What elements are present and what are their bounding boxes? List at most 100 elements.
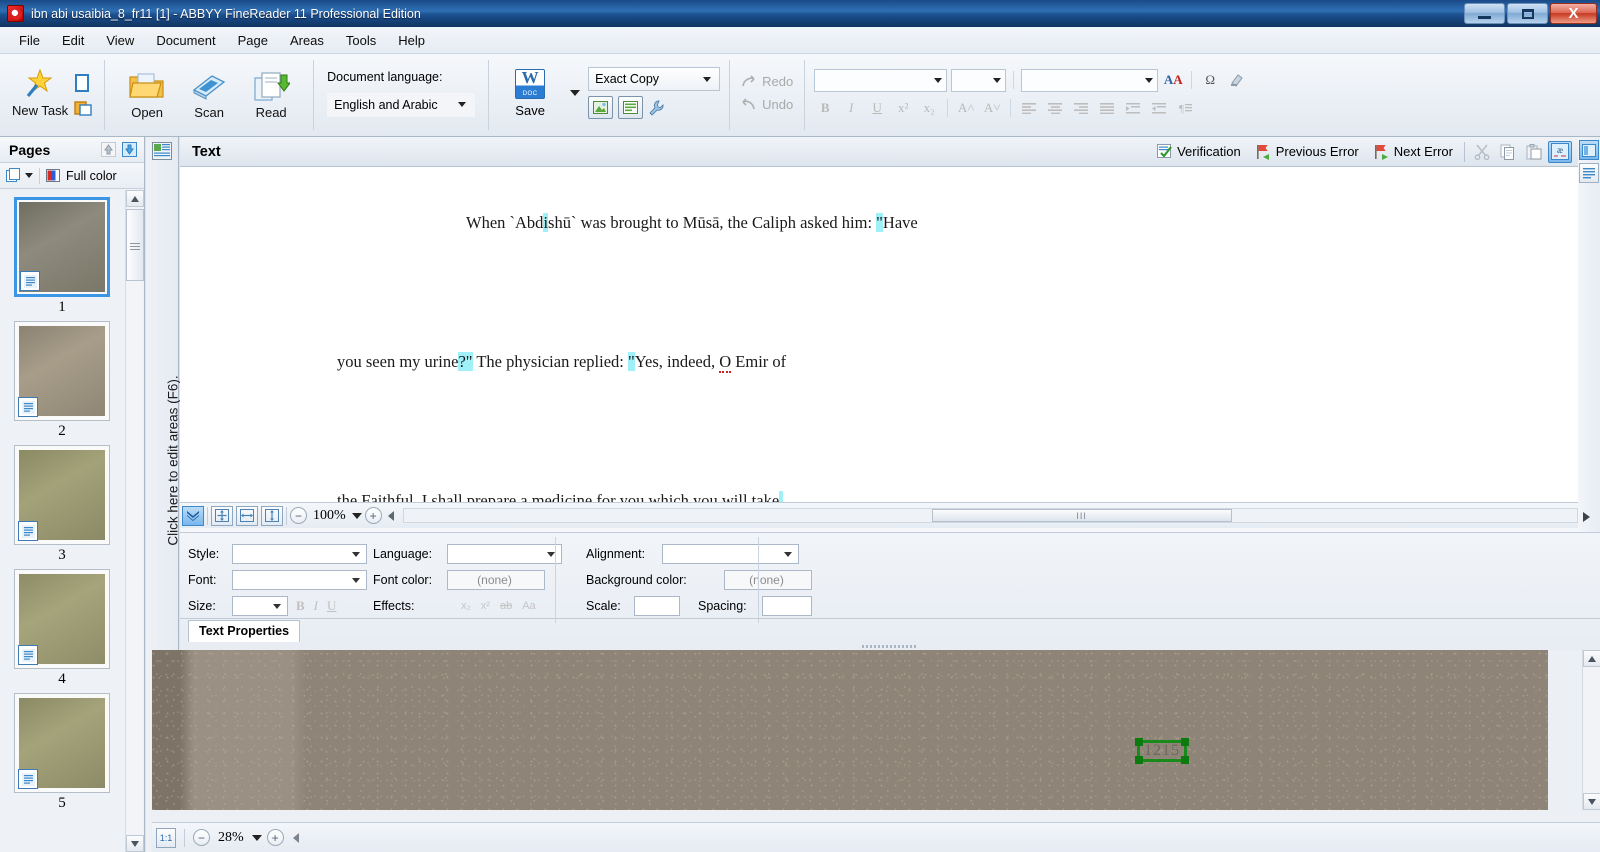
options-wrench-icon[interactable] [648, 100, 665, 116]
increase-font-size-button[interactable]: A˄ [955, 98, 977, 118]
highlight-tool-icon[interactable] [1225, 70, 1247, 90]
scroll-left-arrow-icon[interactable] [292, 832, 301, 844]
spacing-input[interactable] [762, 596, 812, 616]
text-line-1[interactable]: When `Abdishū` was brought to Mūsā, the … [466, 213, 1582, 233]
page-thumbnail-5[interactable]: 5 [14, 693, 110, 812]
font-color-icon[interactable]: AA [1162, 70, 1184, 90]
page-thumbnail-1[interactable]: 1 [14, 197, 110, 316]
pages-scroll-up-button[interactable] [126, 190, 144, 207]
text-hscroll-thumb[interactable]: III [931, 509, 1232, 522]
align-right-button[interactable] [1070, 98, 1092, 118]
decrease-font-size-button[interactable]: A˅ [981, 98, 1003, 118]
effect-subscript-button[interactable]: x₂ [461, 600, 471, 612]
font-name-select[interactable] [814, 68, 948, 92]
read-button[interactable]: Read [240, 56, 302, 134]
viewer-zoom-out-button[interactable]: − [193, 829, 210, 846]
resize-handle-bottom-right[interactable] [1181, 756, 1189, 764]
nonprinting-chars-button[interactable]: æ [1548, 140, 1572, 163]
bold-button[interactable]: B [814, 98, 836, 118]
effect-smallcaps-button[interactable]: Aa [522, 600, 535, 612]
page-view-mode-select[interactable] [6, 168, 33, 183]
underline-button[interactable]: U [866, 98, 888, 118]
menu-file[interactable]: File [8, 29, 51, 52]
text-line-3[interactable]: the Faithful. I shall prepare a medicine… [337, 491, 1582, 502]
edit-areas-icon[interactable] [151, 141, 173, 161]
properties-italic-button[interactable]: I [314, 598, 318, 614]
new-task-button[interactable]: New Task [6, 54, 74, 132]
actual-size-button[interactable]: 1:1 [156, 827, 176, 848]
verification-button[interactable]: Verification [1151, 142, 1247, 161]
align-center-button[interactable] [1044, 98, 1066, 118]
recognition-area-box[interactable]: 1215 [1135, 738, 1189, 764]
page-thumbnail-3[interactable]: 3 [14, 445, 110, 564]
pages-scrollbar[interactable] [125, 190, 144, 852]
properties-underline-button[interactable]: U [327, 598, 336, 614]
toggle-picture-mode[interactable] [588, 96, 614, 119]
menu-help[interactable]: Help [387, 29, 436, 52]
text-horizontal-scrollbar[interactable]: III [402, 508, 1578, 523]
next-error-button[interactable]: Next Error [1367, 142, 1459, 162]
decrease-indent-button[interactable] [1122, 98, 1144, 118]
text-zoom-out-button[interactable]: − [290, 507, 307, 524]
alignment-select[interactable] [662, 544, 799, 564]
chevron-down-icon[interactable] [251, 834, 262, 841]
redo-button[interactable]: Redo [741, 74, 793, 89]
viewer-vertical-scrollbar[interactable] [1582, 650, 1600, 810]
panel-splitter[interactable] [180, 642, 1600, 650]
collapse-panel-arrow-icon[interactable] [1581, 511, 1591, 526]
move-page-up-icon[interactable] [100, 141, 117, 158]
panel-layout-button[interactable] [1579, 140, 1599, 160]
menu-view[interactable]: View [95, 29, 145, 52]
properties-bold-button[interactable]: B [296, 598, 305, 614]
previous-error-button[interactable]: Previous Error [1249, 142, 1365, 162]
scanned-page-canvas[interactable]: 1215 [152, 650, 1548, 810]
italic-button[interactable]: I [840, 98, 862, 118]
style-select[interactable] [1021, 68, 1159, 92]
save-button[interactable]: W DOC Save [498, 54, 562, 132]
save-dropdown-caret-icon[interactable] [570, 90, 581, 96]
menu-areas[interactable]: Areas [279, 29, 335, 52]
resize-handle-top-right[interactable] [1181, 738, 1189, 746]
move-page-down-icon[interactable] [121, 141, 138, 158]
undo-button[interactable]: Undo [741, 97, 793, 112]
font-select[interactable] [232, 570, 367, 590]
close-button[interactable]: X [1550, 3, 1597, 24]
align-left-button[interactable] [1018, 98, 1040, 118]
size-select[interactable] [232, 596, 288, 616]
recognized-text-area[interactable]: When `Abdishū` was brought to Mūsā, the … [180, 167, 1582, 502]
font-color-button[interactable]: (none) [447, 570, 545, 590]
fit-width-button[interactable] [236, 505, 258, 526]
text-zoom-in-button[interactable]: + [364, 507, 382, 524]
maximize-button[interactable] [1507, 3, 1548, 24]
open-document-icon[interactable] [74, 99, 93, 117]
new-document-icon[interactable] [74, 73, 91, 93]
superscript-button[interactable]: x² [892, 98, 914, 118]
scan-button[interactable]: Scan [178, 56, 240, 134]
fit-page-button[interactable] [211, 505, 233, 526]
document-language-select[interactable]: English and Arabic [327, 92, 476, 117]
background-color-button[interactable]: (none) [724, 570, 812, 590]
resize-handle-top-left[interactable] [1135, 738, 1143, 746]
viewer-scroll-up-button[interactable] [1583, 650, 1600, 667]
page-thumbnail-4[interactable]: 4 [14, 569, 110, 688]
menu-tools[interactable]: Tools [335, 29, 387, 52]
effect-superscript-button[interactable]: x² [481, 600, 490, 612]
text-pane-button[interactable] [1579, 163, 1599, 183]
menu-document[interactable]: Document [145, 29, 226, 52]
menu-page[interactable]: Page [227, 29, 279, 52]
expand-toolbar-button[interactable] [182, 505, 204, 526]
text-line-2[interactable]: you seen my urine?" The physician replie… [337, 352, 1582, 373]
align-justify-button[interactable] [1096, 98, 1118, 118]
cut-button[interactable] [1470, 141, 1494, 163]
pages-scroll-down-button[interactable] [126, 835, 144, 852]
toggle-text-mode[interactable] [618, 96, 644, 119]
tab-text-properties[interactable]: Text Properties [188, 620, 301, 642]
color-mode-select[interactable]: Full color [46, 169, 117, 183]
scale-input[interactable] [634, 596, 680, 616]
font-size-select[interactable] [951, 68, 1007, 92]
effect-strikethrough-button[interactable]: ab [500, 600, 512, 612]
subscript-button[interactable]: x₂ [918, 98, 940, 118]
insert-symbol-icon[interactable]: Ω [1199, 70, 1221, 90]
save-mode-select[interactable]: Exact Copy [588, 67, 721, 91]
increase-indent-button[interactable] [1148, 98, 1170, 118]
